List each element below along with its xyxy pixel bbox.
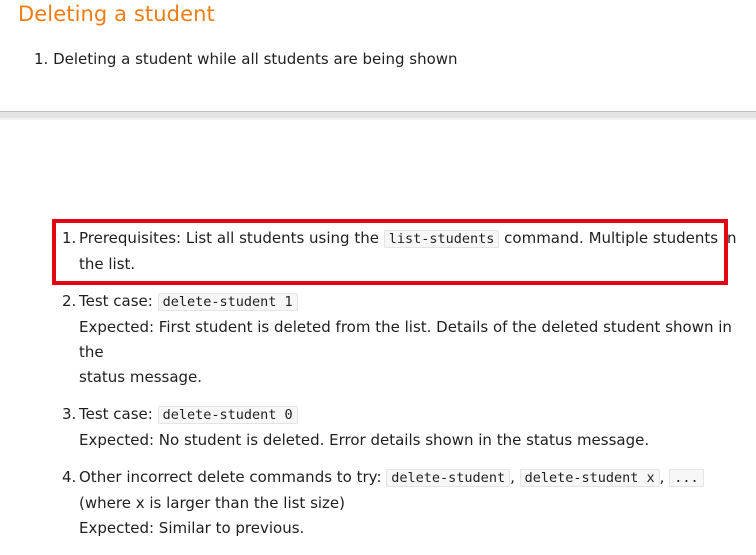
- intro-item: 1. Deleting a student while all students…: [34, 50, 458, 68]
- inline-code-list-students: list-students: [383, 230, 500, 248]
- section-divider: [0, 111, 756, 120]
- step-line: Test case: delete-student 1: [79, 289, 742, 315]
- inline-code-ellipsis: ...: [669, 469, 704, 487]
- step-number: 4.: [62, 468, 77, 486]
- step-other-commands: 4. Other incorrect delete commands to tr…: [62, 465, 742, 541]
- expected-text-continued: status message.: [79, 368, 203, 386]
- step-text: Prerequisites: List all students using t…: [79, 229, 384, 247]
- step-prerequisites: 1. Prerequisites: List all students usin…: [62, 226, 742, 277]
- intro-text: Deleting a student while all students ar…: [53, 50, 458, 68]
- test-steps-list: 1. Prerequisites: List all students usin…: [62, 226, 742, 541]
- step-text: command. Multiple students in: [499, 229, 737, 247]
- inline-code-delete-student-x: delete-student x: [519, 469, 660, 487]
- separator: ,: [510, 468, 520, 486]
- expected-text: Expected: No student is deleted. Error d…: [79, 431, 650, 449]
- step-test-case-0: 3. Test case: delete-student 0 Expected:…: [62, 402, 742, 453]
- inline-code-delete-student: delete-student: [386, 469, 511, 487]
- step-note: (where x is larger than the list size): [79, 494, 346, 512]
- step-line: Test case: delete-student 0: [79, 402, 742, 428]
- section-heading: Deleting a student: [18, 2, 215, 26]
- inline-code-delete-student-0: delete-student 0: [157, 406, 298, 424]
- expected-text: Expected: First student is deleted from …: [79, 318, 732, 361]
- step-label: Test case:: [79, 292, 158, 310]
- step-line: the list.: [79, 255, 136, 273]
- step-label: Other incorrect delete commands to try:: [79, 468, 387, 486]
- step-number: 1.: [62, 229, 77, 247]
- step-number: 2.: [62, 292, 77, 310]
- separator: ,: [659, 468, 670, 486]
- inline-code-delete-student-1: delete-student 1: [157, 293, 298, 311]
- step-label: Test case:: [79, 405, 158, 423]
- step-line: Prerequisites: List all students using t…: [79, 226, 742, 252]
- step-number: 3.: [62, 405, 77, 423]
- step-test-case-1: 2. Test case: delete-student 1 Expected:…: [62, 289, 742, 390]
- intro-number: 1.: [34, 50, 49, 68]
- expected-text: Expected: Similar to previous.: [79, 519, 305, 537]
- step-line: Other incorrect delete commands to try: …: [79, 465, 742, 491]
